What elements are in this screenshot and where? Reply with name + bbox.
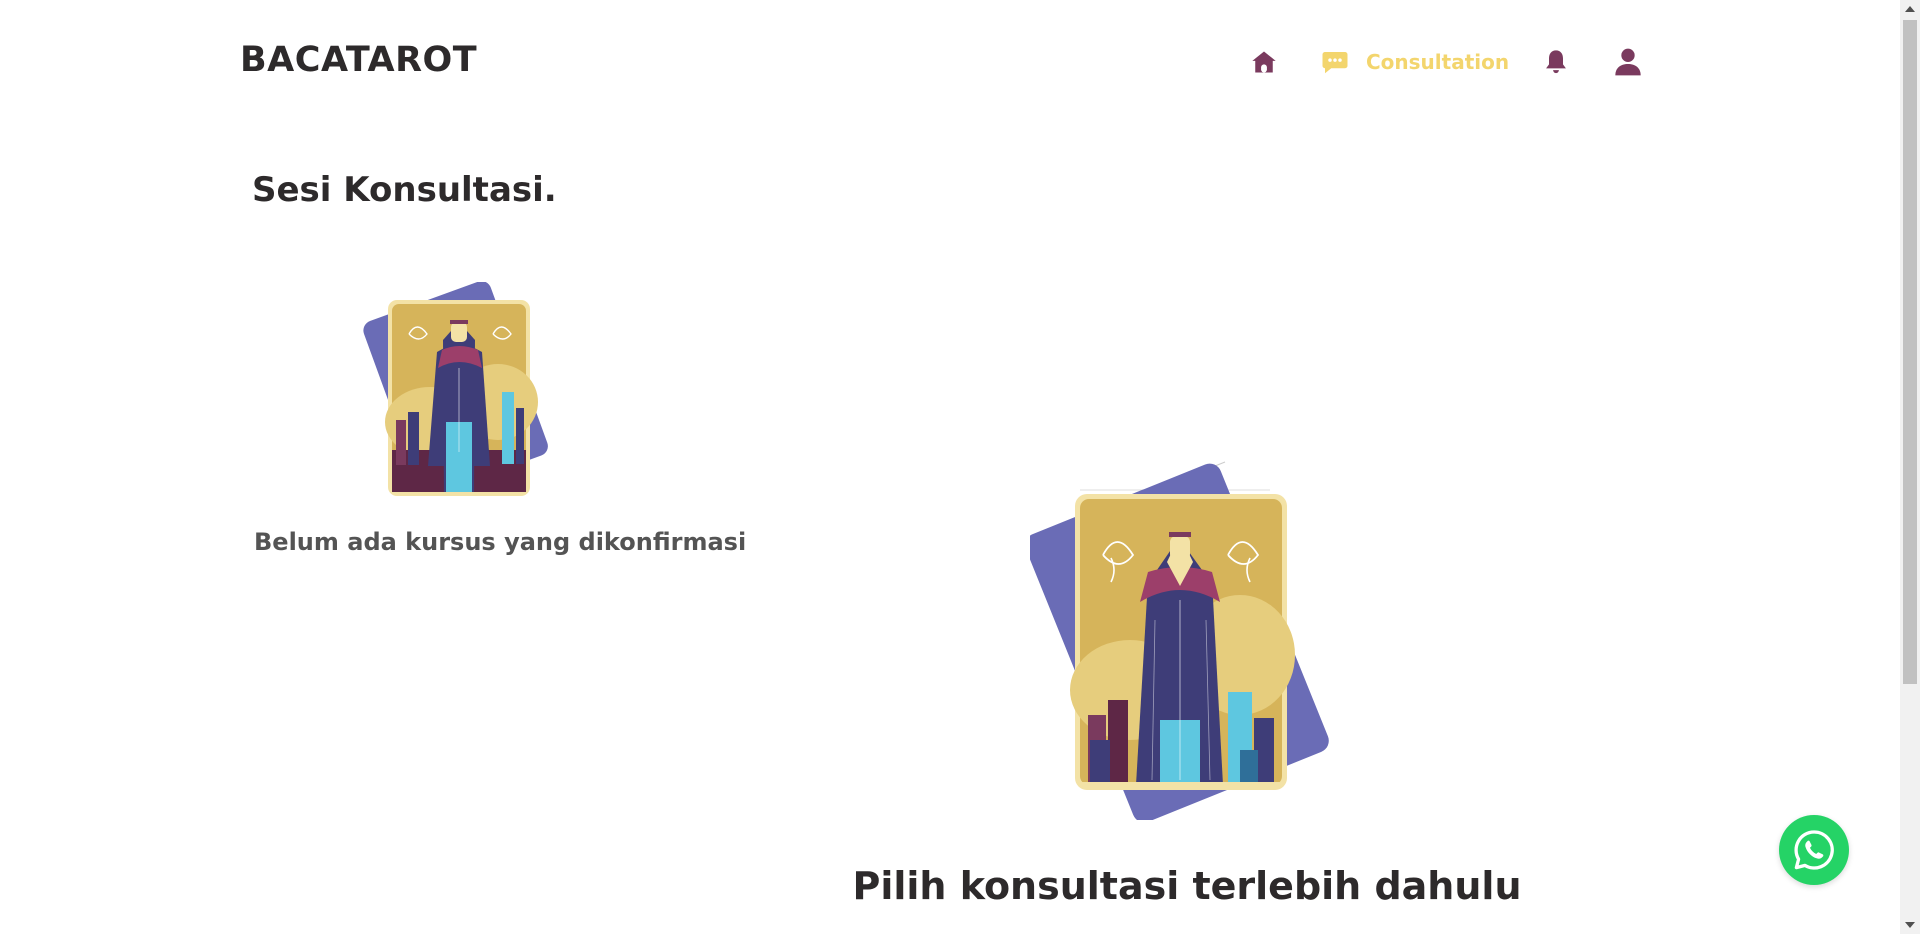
nav-consultation[interactable]: Consultation [1320,44,1509,80]
bell-icon [1542,47,1570,77]
scroll-up-arrow-icon[interactable] [1905,6,1915,12]
home-icon [1250,48,1278,76]
user-icon [1612,46,1644,78]
empty-state-message: Belum ada kursus yang dikonfirmasi [254,528,747,556]
nav-home[interactable] [1250,44,1278,80]
whatsapp-icon [1792,828,1836,872]
vertical-scrollbar[interactable] [1900,0,1920,934]
nav-profile[interactable] [1612,44,1644,80]
whatsapp-button[interactable] [1779,815,1849,885]
scroll-down-arrow-icon[interactable] [1905,922,1915,928]
page-title: Sesi Konsultasi. [252,170,557,210]
emperor-card-illustration-small [360,281,570,502]
chat-bubble-icon [1320,47,1350,77]
scrollbar-thumb[interactable] [1903,20,1917,684]
nav-notifications[interactable] [1542,44,1570,80]
select-consultation-prompt: Pilih konsultasi terlebih dahulu [852,864,1522,908]
site-logo[interactable]: BACATAROT [240,40,477,80]
nav-consultation-label: Consultation [1366,50,1510,74]
emperor-card-illustration-large [1025,460,1350,823]
